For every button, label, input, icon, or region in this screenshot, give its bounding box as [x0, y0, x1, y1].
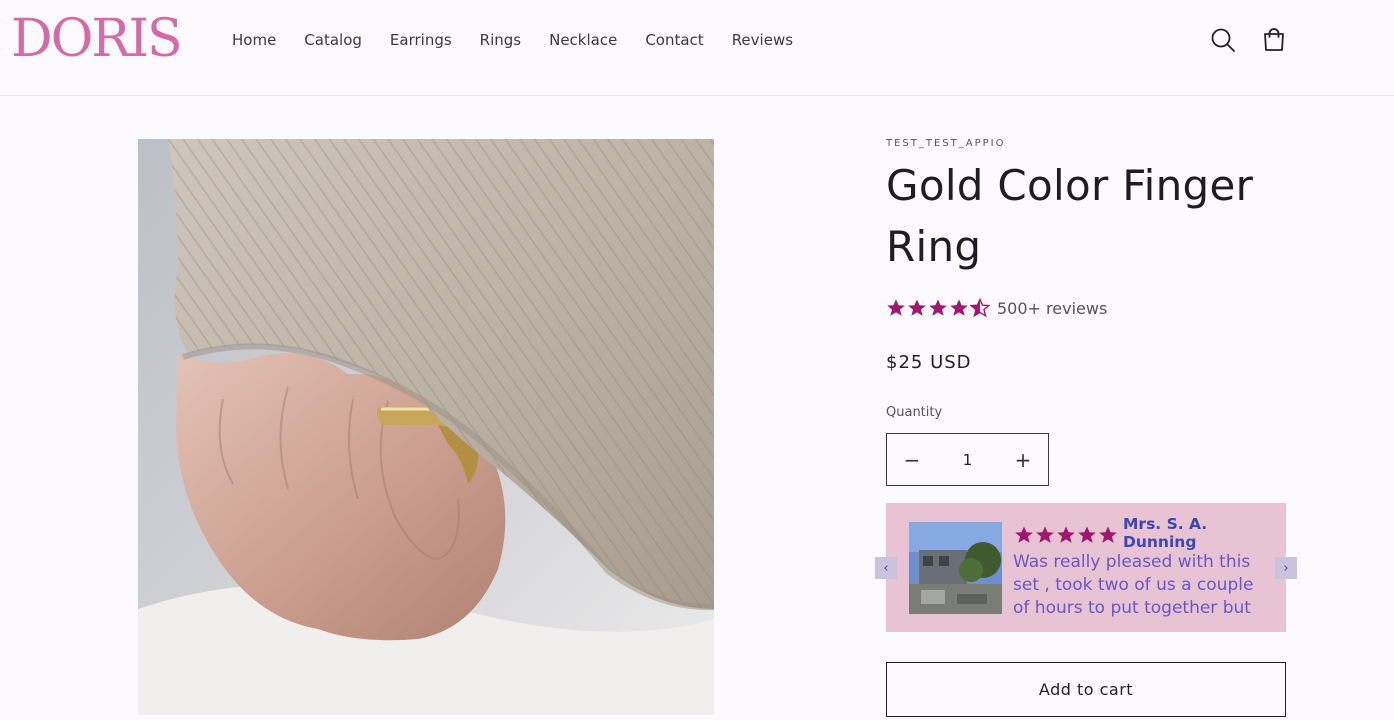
star-icon [1099, 526, 1117, 543]
quantity-decrease-button[interactable]: − [887, 434, 937, 486]
review-prev-arrow[interactable]: ‹ [875, 557, 897, 579]
star-icon [887, 299, 905, 316]
product-image[interactable] [138, 139, 714, 715]
rating-stars [886, 298, 991, 318]
nav-item-reviews[interactable]: Reviews [718, 29, 807, 51]
star-icon [1078, 526, 1096, 543]
quantity-input[interactable] [937, 438, 998, 481]
review-carousel: Mrs. S. A. Dunning Was really pleased wi… [886, 503, 1286, 632]
nav-item-necklace[interactable]: Necklace [535, 29, 631, 51]
quantity-label: Quantity [886, 405, 943, 420]
search-icon[interactable] [1208, 25, 1238, 55]
review-photo[interactable] [909, 522, 1002, 614]
rating-summary[interactable]: 500+ reviews [886, 298, 1107, 318]
half-star-icon [970, 298, 990, 318]
site-header: DORIS Home Catalog Earrings Rings Neckla… [0, 0, 1394, 96]
nav-item-contact[interactable]: Contact [631, 29, 717, 51]
add-to-cart-button[interactable]: Add to cart [886, 662, 1286, 717]
star-icon [908, 299, 926, 316]
quantity-increase-button[interactable]: + [998, 434, 1048, 486]
review-next-arrow[interactable]: › [1275, 557, 1297, 579]
nav-item-earrings[interactable]: Earrings [376, 29, 466, 51]
reviews-count[interactable]: 500+ reviews [997, 299, 1107, 318]
nav-item-catalog[interactable]: Catalog [290, 29, 376, 51]
product-price: $25 USD [886, 352, 972, 373]
star-icon [929, 299, 947, 316]
product-title: Gold Color Finger Ring [886, 161, 1254, 271]
brand-logo[interactable]: DORIS [11, 8, 183, 70]
star-icon [1015, 526, 1033, 543]
nav-item-rings[interactable]: Rings [466, 29, 535, 51]
product-vendor: TEST_TEST_APPIO [886, 138, 1006, 149]
star-icon [950, 299, 968, 316]
nav-item-home[interactable]: Home [218, 29, 290, 51]
main-nav: Home Catalog Earrings Rings Necklace Con… [218, 29, 807, 51]
star-icon [1036, 526, 1054, 543]
cart-icon[interactable] [1259, 25, 1289, 55]
quantity-stepper: − + [886, 433, 1049, 486]
star-icon [1057, 526, 1075, 543]
review-text[interactable]: Was really pleased with this set , took … [1013, 551, 1275, 620]
review-stars [1014, 525, 1119, 545]
reviewer-name: Mrs. S. A. Dunning [1123, 515, 1208, 551]
